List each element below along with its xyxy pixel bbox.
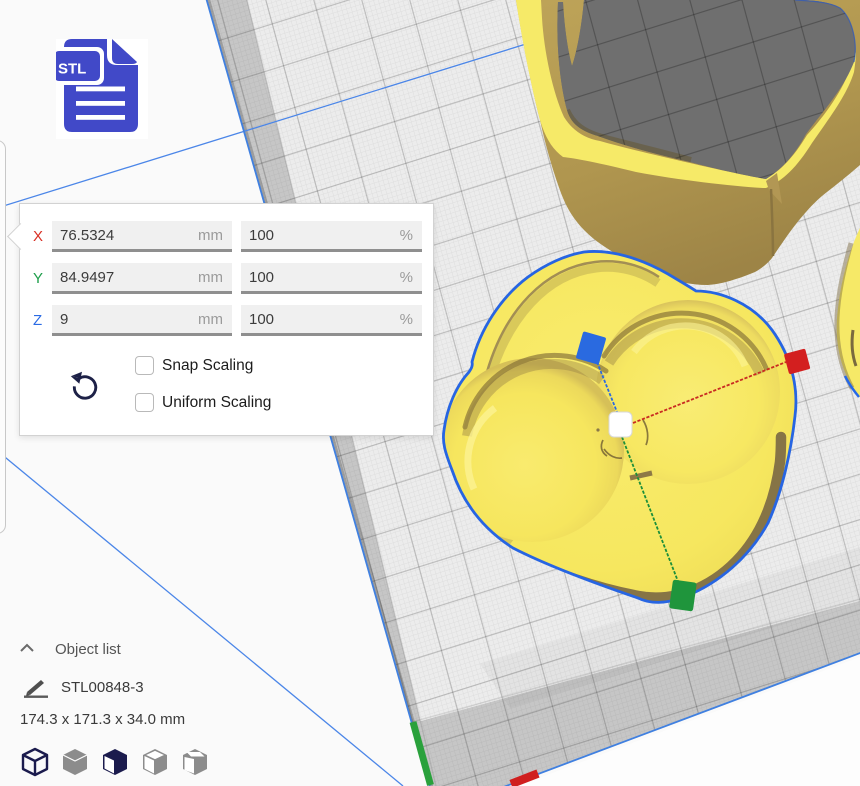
svg-text:STL: STL	[58, 61, 86, 78]
